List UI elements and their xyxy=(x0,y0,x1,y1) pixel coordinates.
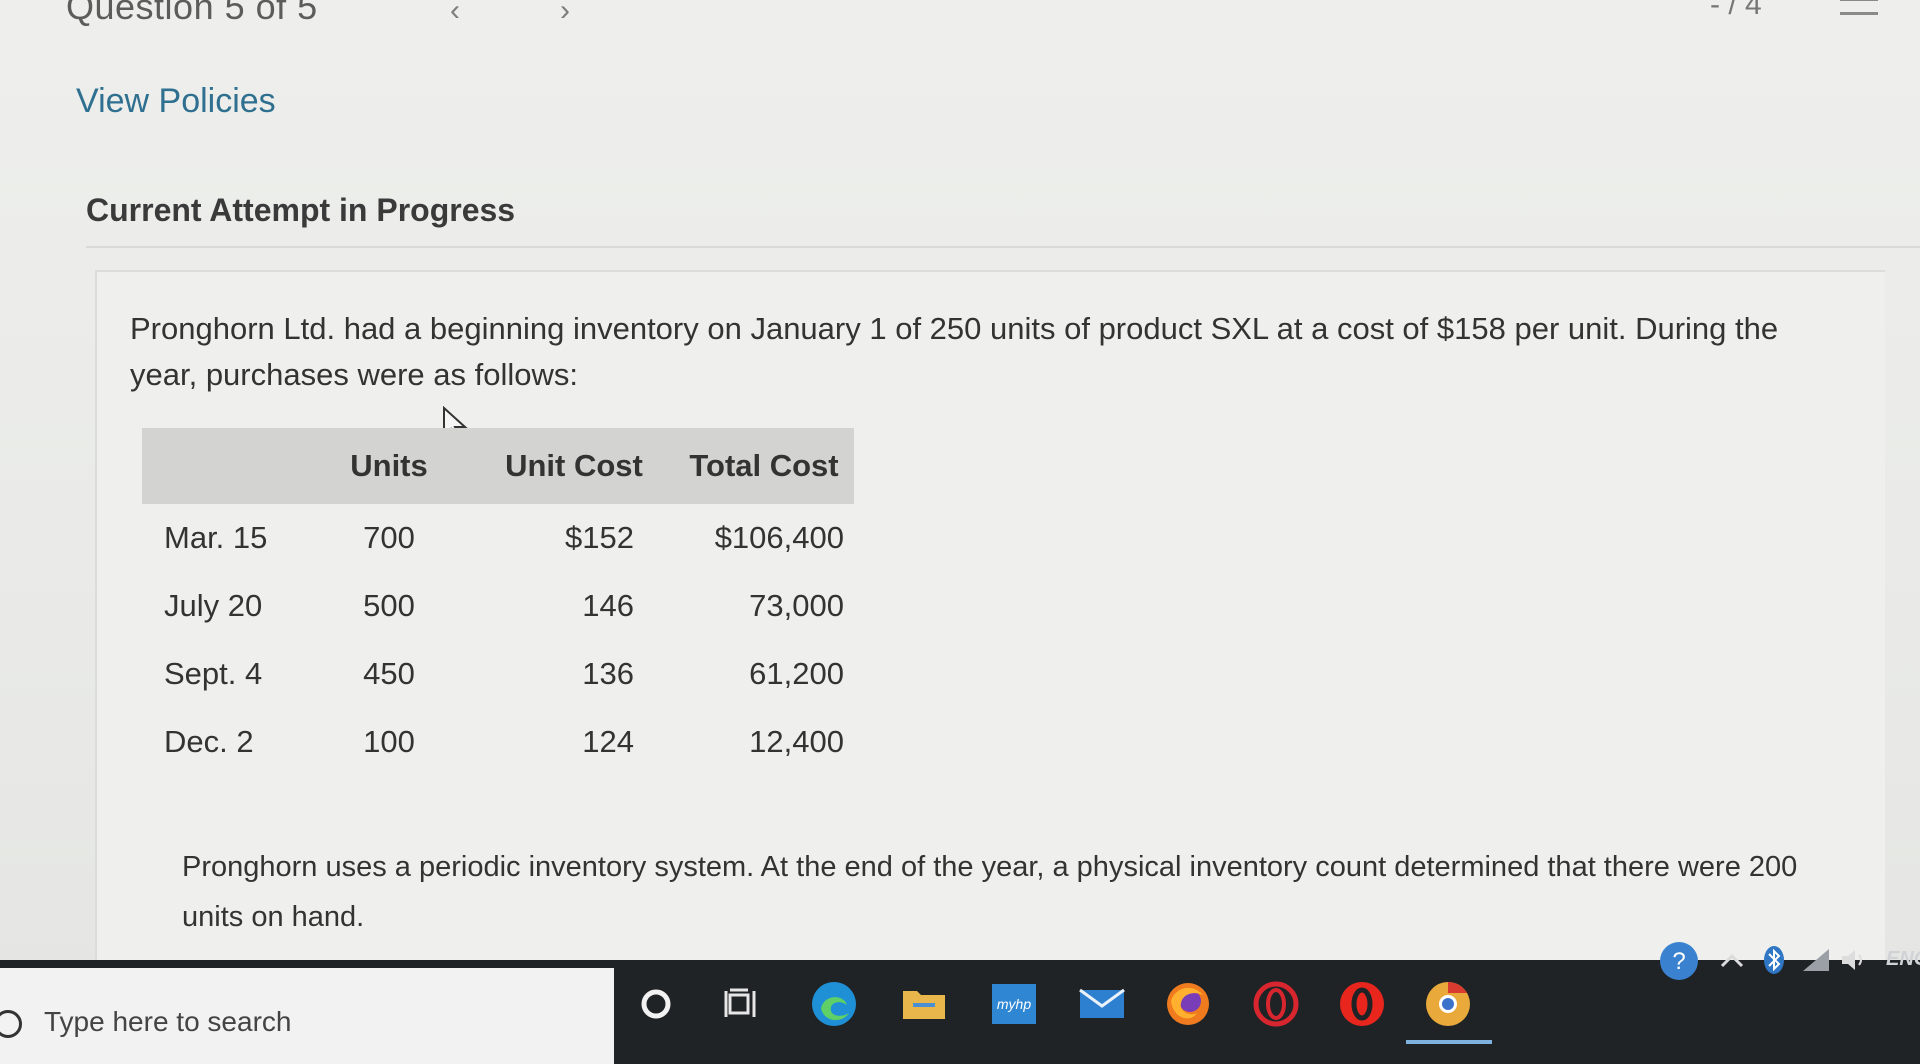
attempt-heading: Current Attempt in Progress xyxy=(86,192,516,228)
page: Question 5 of 5 ‹ › - / 4 View Policies … xyxy=(0,0,1920,1064)
task-view-icon[interactable] xyxy=(708,970,776,1038)
divider xyxy=(86,246,1920,248)
taskbar-search-input[interactable] xyxy=(44,1000,564,1044)
opera-gx-icon[interactable] xyxy=(1242,970,1310,1038)
row-date: Dec. 2 xyxy=(164,724,254,759)
next-question-button[interactable]: › xyxy=(560,0,570,28)
row-total-cost: $106,400 xyxy=(714,520,844,555)
bluetooth-icon[interactable] xyxy=(1754,940,1794,980)
help-icon[interactable]: ? xyxy=(1654,936,1704,986)
row-unit-cost: $152 xyxy=(565,520,634,555)
table-row: Dec. 2 100 124 12,400 xyxy=(142,708,854,776)
mail-icon[interactable] xyxy=(1068,970,1136,1038)
row-units: 700 xyxy=(363,520,415,555)
top-bar: Question 5 of 5 ‹ › - / 4 xyxy=(0,0,1920,28)
score-display: - / 4 xyxy=(1710,0,1762,21)
row-date: July 20 xyxy=(164,588,263,623)
myhp-app-icon[interactable]: myhp xyxy=(980,970,1048,1038)
view-policies-link[interactable]: View Policies xyxy=(76,82,276,121)
row-total-cost: 73,000 xyxy=(749,588,844,623)
svg-text:?: ? xyxy=(1672,948,1685,975)
row-total-cost: 61,200 xyxy=(749,656,844,691)
header-unit-cost: Unit Cost xyxy=(505,448,643,483)
opera-browser-icon[interactable] xyxy=(1328,970,1396,1038)
table-row: July 20 500 146 73,000 xyxy=(142,572,854,640)
purchases-table: Units Unit Cost Total Cost Mar. 15 700 $… xyxy=(142,428,854,776)
myhp-label: myhp xyxy=(992,984,1036,1024)
edge-browser-icon[interactable] xyxy=(800,970,868,1038)
row-unit-cost: 136 xyxy=(582,656,634,691)
header-units: Units xyxy=(350,448,428,483)
previous-question-button[interactable]: ‹ xyxy=(450,0,460,28)
volume-icon[interactable] xyxy=(1834,940,1874,980)
table-header-row: Units Unit Cost Total Cost xyxy=(142,428,854,504)
row-units: 100 xyxy=(363,724,415,759)
question-list-icon[interactable] xyxy=(1840,0,1878,18)
question-counter: Question 5 of 5 xyxy=(66,0,318,27)
row-units: 450 xyxy=(363,656,415,691)
active-app-indicator xyxy=(1406,1040,1492,1044)
row-units: 500 xyxy=(363,588,415,623)
question-intro: Pronghorn Ltd. had a beginning inventory… xyxy=(130,311,1779,392)
chevron-up-icon[interactable] xyxy=(1712,940,1752,980)
row-unit-cost: 124 xyxy=(582,724,634,759)
firefox-icon[interactable] xyxy=(1154,970,1222,1038)
question-closing: Pronghorn uses a periodic inventory syst… xyxy=(182,851,1798,933)
table-row: Sept. 4 450 136 61,200 xyxy=(142,640,854,708)
row-date: Sept. 4 xyxy=(164,656,263,691)
wifi-icon[interactable] xyxy=(1796,940,1836,980)
file-explorer-icon[interactable] xyxy=(890,970,958,1038)
row-unit-cost: 146 xyxy=(582,588,634,623)
table-row: Mar. 15 700 $152 $106,400 xyxy=(142,504,854,572)
row-total-cost: 12,400 xyxy=(749,724,844,759)
row-date: Mar. 15 xyxy=(164,520,268,555)
header-total-cost: Total Cost xyxy=(689,448,839,483)
cortana-icon[interactable] xyxy=(622,970,690,1038)
chrome-icon[interactable] xyxy=(1414,970,1482,1038)
language-indicator[interactable]: ENG xyxy=(1886,948,1920,971)
